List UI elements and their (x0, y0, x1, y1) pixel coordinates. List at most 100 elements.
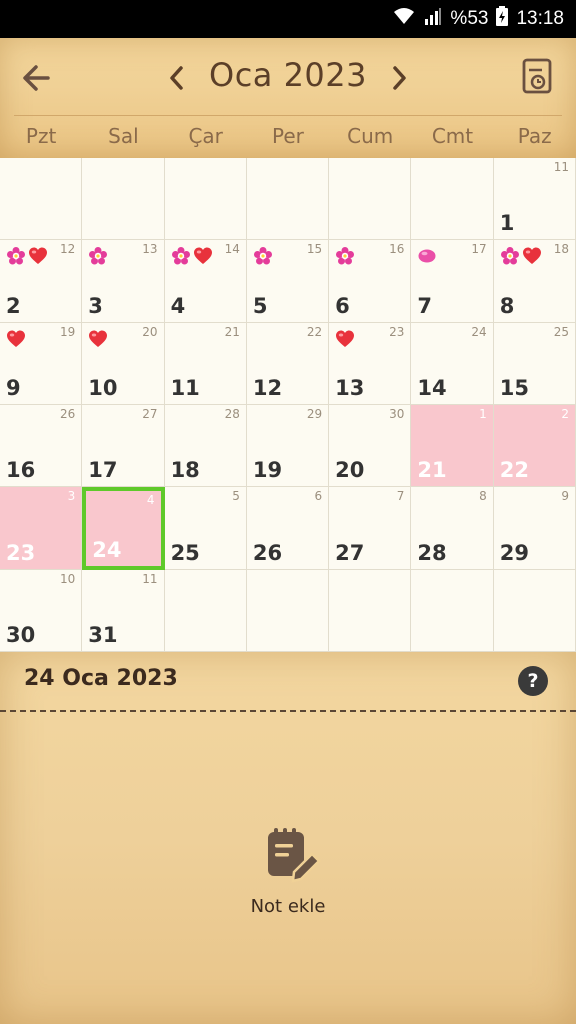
day-number: 31 (88, 622, 118, 647)
day-number: 7 (417, 293, 433, 318)
day-cell[interactable]: 21 11 (164, 322, 247, 405)
chevron-left-icon (170, 66, 183, 90)
empty-day-cell (164, 158, 247, 241)
day-number: 13 (335, 375, 365, 400)
secondary-date: 5 (232, 489, 240, 504)
secondary-date: 20 (142, 324, 158, 339)
calendar-grid: 11 1 12 2 13 3 14 4 15 5 16 6 17 7 18 8 19 9 20 10 21 11 22 12 2… (0, 158, 576, 652)
day-cell[interactable]: 24 14 (411, 322, 494, 405)
secondary-date: 23 (389, 324, 405, 339)
day-number: 22 (499, 458, 529, 483)
status-time: 13:18 (516, 8, 564, 29)
secondary-date: 8 (479, 489, 487, 504)
secondary-date: 7 (396, 489, 405, 504)
day-cell[interactable]: 9 29 (493, 487, 576, 570)
day-number: 9 (6, 375, 21, 400)
secondary-date: 11 (142, 571, 158, 586)
flower-icon (336, 247, 355, 265)
weekday-row: Pzt Sal Çar Per Cum Cmt Paz (0, 118, 576, 158)
heart-icon (7, 330, 25, 347)
day-cell[interactable]: 19 9 (0, 322, 83, 405)
chevron-right-icon (393, 66, 406, 90)
signal-icon (424, 7, 442, 31)
day-cell[interactable]: 8 28 (411, 487, 494, 570)
day-markers (6, 246, 48, 266)
day-number: 17 (88, 458, 118, 483)
day-cell[interactable]: 28 18 (164, 405, 247, 488)
day-cell[interactable]: 5 25 (164, 487, 247, 570)
secondary-date: 19 (60, 324, 76, 339)
header-divider (14, 115, 562, 116)
day-number: 28 (417, 540, 447, 565)
day-cell[interactable]: 25 15 (493, 322, 576, 405)
add-note-label: Not ekle (250, 896, 326, 917)
help-button[interactable]: ? (518, 666, 548, 696)
day-cell[interactable]: 10 30 (0, 569, 83, 652)
day-cell[interactable]: 12 2 (0, 240, 83, 323)
back-button[interactable] (18, 58, 58, 98)
add-note-button[interactable]: Not ekle (238, 826, 338, 917)
day-cell[interactable]: 11 31 (82, 569, 165, 652)
day-number: 19 (252, 458, 283, 483)
status-bar-indicators: %53 13:18 (392, 0, 564, 38)
secondary-date: 15 (306, 242, 323, 257)
secondary-date: 13 (142, 242, 158, 257)
day-cell[interactable]: 27 17 (82, 405, 165, 488)
secondary-date: 29 (306, 407, 323, 421)
pill-icon (418, 249, 436, 263)
day-cell[interactable]: 16 6 (329, 240, 412, 323)
report-clock-icon (522, 58, 552, 94)
secondary-date: 30 (389, 407, 405, 421)
day-number: 18 (170, 458, 200, 483)
day-cell[interactable]: 1 21 (411, 405, 494, 488)
secondary-date: 4 (146, 493, 155, 508)
report-button[interactable] (522, 58, 554, 96)
day-cell[interactable]: 22 12 (246, 322, 330, 405)
day-number: 14 (417, 375, 447, 400)
previous-month-button[interactable] (164, 60, 190, 96)
day-cell[interactable]: 4 24 (82, 487, 165, 570)
day-cell[interactable]: 23 13 (329, 322, 412, 405)
heart-icon (193, 247, 212, 265)
day-markers (335, 329, 355, 349)
day-cell[interactable]: 26 16 (0, 405, 83, 488)
day-number: 15 (499, 375, 529, 400)
day-number: 10 (88, 375, 118, 400)
day-cell[interactable]: 17 7 (411, 240, 494, 323)
day-cell[interactable]: 7 27 (329, 487, 412, 570)
empty-day-cell (0, 158, 83, 241)
flower-icon (171, 247, 190, 265)
empty-day-cell (329, 569, 412, 652)
day-markers (88, 329, 108, 349)
day-cell[interactable]: 20 10 (82, 322, 165, 405)
wifi-icon (392, 6, 416, 32)
day-cell[interactable]: 6 26 (246, 487, 330, 570)
weekday-label: Cmt (431, 124, 474, 148)
day-markers (417, 246, 437, 266)
next-month-button[interactable] (386, 60, 412, 96)
day-cell[interactable]: 30 20 (329, 405, 412, 488)
empty-day-cell (246, 569, 330, 652)
header-toolbar: Oca 2023 (0, 38, 576, 114)
day-cell[interactable]: 2 22 (493, 405, 576, 488)
empty-day-cell (246, 158, 330, 241)
day-cell[interactable]: 18 8 (493, 240, 576, 323)
day-cell[interactable]: 13 3 (82, 240, 165, 323)
month-title: Oca 2023 (209, 56, 367, 94)
day-cell[interactable]: 15 5 (246, 240, 330, 323)
day-cell[interactable]: 14 4 (164, 240, 247, 323)
day-cell[interactable]: 3 23 (0, 487, 83, 570)
day-cell[interactable]: 29 19 (246, 405, 330, 488)
day-cell[interactable]: 11 1 (493, 158, 576, 241)
flower-icon (89, 247, 108, 265)
day-markers (171, 246, 213, 266)
secondary-date: 22 (306, 324, 323, 339)
battery-icon (496, 6, 509, 32)
day-number: 5 (252, 293, 268, 318)
day-markers (253, 246, 273, 266)
secondary-date: 12 (60, 242, 76, 257)
day-number: 27 (335, 540, 365, 565)
battery-percent: %53 (450, 8, 489, 29)
empty-day-cell (411, 158, 494, 241)
weekday-label: Çar (188, 124, 223, 148)
